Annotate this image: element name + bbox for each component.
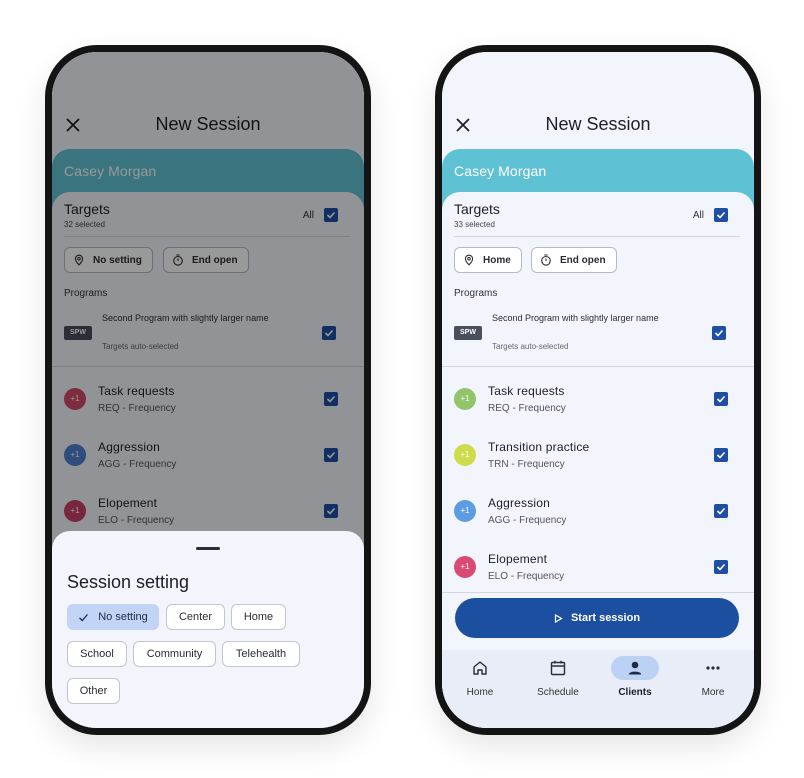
option-label: Telehealth [235,648,287,660]
option-label: School [80,648,114,660]
session-card: Targets 33 selected All Home End open Pr… [442,192,754,728]
bottom-navigation: Home Schedule Clients More [442,650,754,728]
option-label: Other [79,685,108,697]
divider [442,592,754,593]
location-pin-icon [464,254,474,266]
option-school[interactable]: School [67,641,127,667]
setting-chip-label: Home [483,254,511,266]
target-code: TRN - Frequency [488,459,565,470]
target-code: ELO - Frequency [488,571,565,582]
target-badge: +1 [454,500,476,522]
start-session-label: Start session [570,612,641,624]
program-badge: SPW [454,326,482,340]
target-badge: +1 [454,388,476,410]
target-name: Task requests [488,384,565,398]
option-home[interactable]: Home [231,604,286,630]
target-badge: +1 [454,556,476,578]
nav-label: Home [466,687,494,698]
target-checkbox[interactable] [714,560,728,574]
option-label: Center [178,611,213,623]
target-name: Elopement [488,552,548,566]
sheet-title: Session setting [67,572,190,592]
program-subtitle: Targets auto-selected [492,342,569,351]
target-code: REQ - Frequency [488,403,566,414]
all-label: All [692,210,704,221]
calendar-icon [550,660,566,676]
home-icon [473,661,487,675]
option-no-setting[interactable]: No setting [67,604,159,630]
nav-item-schedule[interactable]: Schedule [520,656,596,700]
option-other[interactable]: Other [67,678,120,704]
target-badge: +1 [454,444,476,466]
target-name: Aggression [488,496,551,510]
drag-handle[interactable] [196,547,220,550]
page-title: New Session [545,114,651,134]
nav-label: More [701,687,725,698]
nav-item-clients[interactable]: Clients [597,656,673,700]
app-header: New Session [442,52,754,152]
new-session-screen: New Session Casey Morgan Targets 32 sele… [52,52,364,728]
check-icon [79,613,89,621]
setting-chip[interactable]: Home [454,247,522,273]
new-session-screen: New Session Casey Morgan Targets 33 sele… [442,52,754,728]
session-setting-sheet: Session setting No setting Center Home S… [52,531,364,728]
option-label: No setting [98,611,148,623]
select-all-checkbox[interactable] [714,208,728,222]
divider [442,366,754,367]
program-name: Second Program with slightly larger name [492,313,659,323]
divider [454,236,740,237]
option-center[interactable]: Center [166,604,225,630]
phone-right: New Session Casey Morgan Targets 33 sele… [435,45,761,735]
end-chip[interactable]: End open [531,247,617,273]
target-name: Transition practice [488,440,590,454]
option-label: Home [243,611,274,623]
end-chip-label: End open [560,254,606,266]
person-icon [628,661,642,675]
targets-title: Targets [454,201,500,217]
nav-item-home[interactable]: Home [442,656,518,700]
nav-item-more[interactable]: More [675,656,751,700]
option-label: Community [146,648,203,660]
client-name: Casey Morgan [454,163,547,179]
option-community[interactable]: Community [133,641,216,667]
target-checkbox[interactable] [714,448,728,462]
program-checkbox[interactable] [712,326,726,340]
timer-icon [541,254,551,266]
nav-label: Schedule [537,687,579,698]
phone-left: New Session Casey Morgan Targets 32 sele… [45,45,371,735]
programs-label: Programs [454,288,498,299]
play-icon [554,613,563,623]
targets-count: 33 selected [454,220,495,229]
target-checkbox[interactable] [714,504,728,518]
target-checkbox[interactable] [714,392,728,406]
more-icon [706,666,720,670]
option-telehealth[interactable]: Telehealth [222,641,300,667]
start-session-button[interactable]: Start session [455,598,739,638]
nav-label: Clients [618,687,652,698]
target-code: AGG - Frequency [488,515,567,526]
